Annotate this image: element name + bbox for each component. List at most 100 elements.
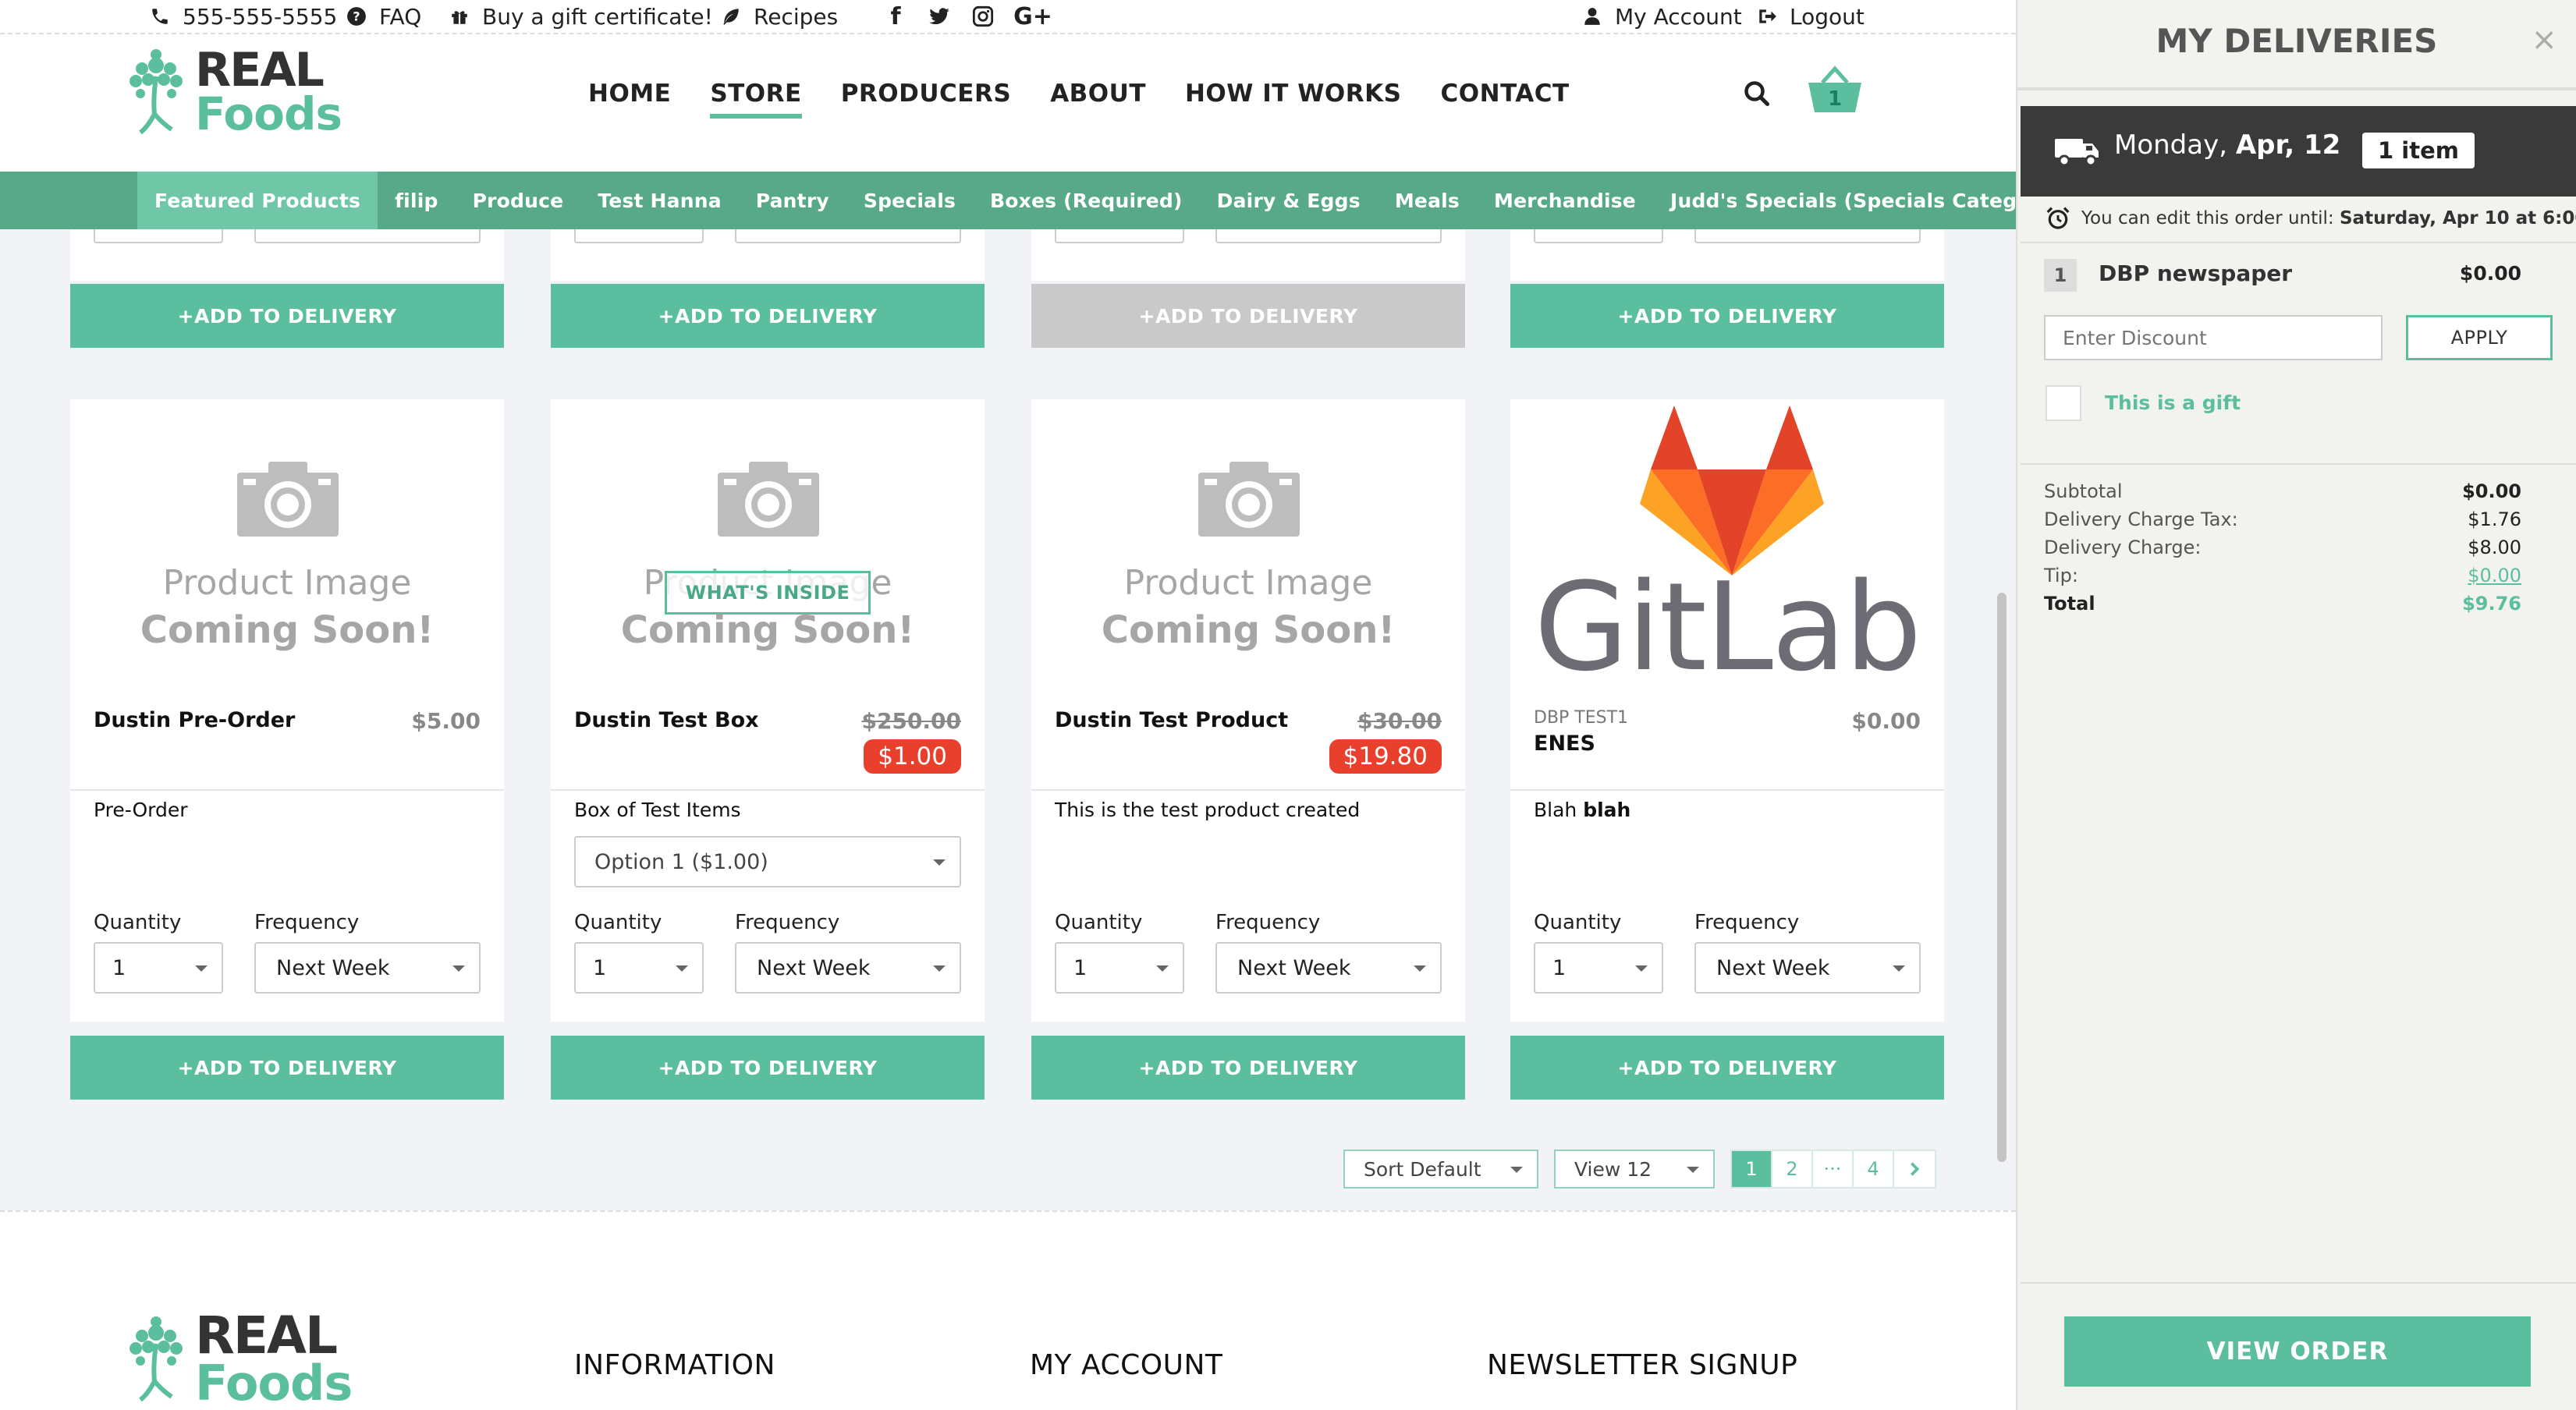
category-filip[interactable]: filip xyxy=(378,172,455,229)
my-account-link[interactable]: My Account xyxy=(1582,2,1742,30)
site-footer: REAL Foods INFORMATION MY ACCOUNT NEWSLE… xyxy=(0,1210,2016,1410)
gift-certificate-link[interactable]: Buy a gift certificate! xyxy=(449,2,713,30)
product-image[interactable]: Product Image Coming Soon! WHAT'S INSIDE xyxy=(551,399,985,688)
chevron-down-icon xyxy=(195,965,208,972)
add-to-delivery-button[interactable]: + ADD TO DELIVERY xyxy=(70,1036,504,1100)
product-name[interactable]: Dustin Test Box xyxy=(574,708,759,732)
delivery-charge-row: Delivery Charge: $8.00 xyxy=(2044,537,2521,558)
chevron-down-icon xyxy=(1635,965,1648,972)
category-specials[interactable]: Specials xyxy=(846,172,973,229)
chevron-down-icon xyxy=(1893,965,1905,972)
add-to-delivery-button[interactable]: + ADD TO DELIVERY xyxy=(551,1036,985,1100)
product-description: Box of Test Items xyxy=(574,799,741,821)
line-item-name[interactable]: DBP newspaper xyxy=(2099,260,2292,286)
twitter-icon[interactable] xyxy=(927,3,952,30)
nav-about[interactable]: ABOUT xyxy=(1050,80,1146,115)
product-sale-price: $19.80 xyxy=(1329,739,1442,774)
footer-heading-my-account: MY ACCOUNT xyxy=(1030,1349,1223,1381)
nav-producers[interactable]: PRODUCERS xyxy=(841,80,1011,115)
order-totals: Subtotal $0.00 Delivery Charge Tax: $1.76 … xyxy=(2044,477,2521,618)
nav-how-it-works[interactable]: HOW IT WORKS xyxy=(1185,80,1402,115)
add-to-delivery-button[interactable]: + ADD TO DELIVERY xyxy=(1510,1036,1944,1100)
product-name[interactable]: Dustin Pre-Order xyxy=(94,708,295,732)
chevron-down-icon xyxy=(1510,1167,1523,1173)
category-featured-products[interactable]: Featured Products xyxy=(137,172,378,229)
frequency-select[interactable]: Next Week xyxy=(1694,942,1921,994)
sign-out-icon xyxy=(1759,9,1776,23)
phone-link[interactable]: 555-555-5555 xyxy=(150,2,337,30)
search-icon[interactable] xyxy=(1743,80,1771,108)
category-produce[interactable]: Produce xyxy=(456,172,581,229)
site-logo[interactable]: REAL Foods xyxy=(117,45,342,139)
nav-store[interactable]: STORE xyxy=(710,80,803,119)
instagram-icon[interactable] xyxy=(970,3,995,30)
view-order-button[interactable]: VIEW ORDER xyxy=(2064,1316,2531,1387)
box-option-select[interactable]: Option 1 ($1.00) xyxy=(574,836,961,887)
page-scrollbar[interactable] xyxy=(1997,593,2007,1162)
google-plus-icon[interactable]: G+ xyxy=(1013,3,1052,30)
facebook-icon[interactable]: f xyxy=(883,3,908,30)
nav-contact[interactable]: CONTACT xyxy=(1441,80,1570,115)
nav-home[interactable]: HOME xyxy=(588,80,671,115)
previous-row-card: + ADD TO DELIVERY xyxy=(70,229,504,348)
product-image[interactable]: Product Image Coming Soon! xyxy=(70,399,504,688)
gitlab-wordmark: GitLab xyxy=(1534,556,1922,698)
camera-icon xyxy=(1198,462,1300,537)
chevron-down-icon xyxy=(933,859,946,866)
producer-name[interactable]: DBP TEST1 xyxy=(1534,708,1628,728)
add-to-delivery-button[interactable]: + ADD TO DELIVERY xyxy=(551,284,985,348)
close-icon[interactable]: × xyxy=(2531,22,2557,58)
frequency-select[interactable]: Next Week xyxy=(735,942,961,994)
quantity-select[interactable]: 1 xyxy=(1055,942,1184,994)
product-image[interactable]: Product Image Coming Soon! xyxy=(1031,399,1465,688)
frequency-select[interactable]: Next Week xyxy=(254,942,481,994)
product-card-dustin-test-product: Product Image Coming Soon! Dustin Test P… xyxy=(1031,399,1465,1100)
recipes-link[interactable]: Recipes xyxy=(721,2,838,30)
line-item-price: $0.00 xyxy=(2459,262,2521,285)
add-to-delivery-button[interactable]: + ADD TO DELIVERY xyxy=(1510,284,1944,348)
add-to-delivery-button[interactable]: + ADD TO DELIVERY xyxy=(1031,1036,1465,1100)
page-1[interactable]: 1 xyxy=(1732,1151,1772,1187)
category-merchandise[interactable]: Merchandise xyxy=(1477,172,1653,229)
view-count-select[interactable]: View 12 xyxy=(1554,1150,1715,1189)
category-judds-specials[interactable]: Judd's Specials (Specials Category) xyxy=(1653,172,2016,229)
tip-link[interactable]: $0.00 xyxy=(2468,565,2521,586)
sort-select[interactable]: Sort Default xyxy=(1343,1150,1538,1189)
gift-checkbox[interactable] xyxy=(2046,385,2081,421)
page-2[interactable]: 2 xyxy=(1772,1151,1813,1187)
product-name[interactable]: Dustin Test Product xyxy=(1055,708,1288,732)
product-name[interactable]: ENES xyxy=(1534,732,1595,756)
quantity-select[interactable]: 1 xyxy=(1534,942,1663,994)
logout-link[interactable]: Logout xyxy=(1757,2,1865,30)
subtotal-row: Subtotal $0.00 xyxy=(2044,480,2521,502)
frequency-select[interactable]: Next Week xyxy=(1215,942,1442,994)
page-ellipsis: ··· xyxy=(1813,1151,1854,1187)
camera-icon xyxy=(718,462,819,537)
cart-button[interactable]: 1 xyxy=(1807,66,1863,115)
product-image[interactable]: GitLab xyxy=(1510,399,1944,688)
chevron-right-icon xyxy=(1911,1162,1920,1176)
category-pantry[interactable]: Pantry xyxy=(739,172,846,229)
gift-label[interactable]: This is a gift xyxy=(2105,391,2241,414)
apply-discount-button[interactable]: APPLY xyxy=(2406,315,2553,360)
tree-icon xyxy=(130,49,183,135)
add-to-delivery-button[interactable]: + ADD TO DELIVERY xyxy=(70,284,504,348)
category-dairy-eggs[interactable]: Dairy & Eggs xyxy=(1200,172,1378,229)
category-boxes[interactable]: Boxes (Required) xyxy=(973,172,1200,229)
whats-inside-button[interactable]: WHAT'S INSIDE xyxy=(665,571,871,615)
chevron-down-icon xyxy=(1414,965,1426,972)
gitlab-logo-icon xyxy=(1640,406,1824,576)
quantity-select[interactable]: 1 xyxy=(574,942,704,994)
category-test-hanna[interactable]: Test Hanna xyxy=(580,172,738,229)
next-page-button[interactable] xyxy=(1894,1151,1935,1187)
quantity-select[interactable]: 1 xyxy=(94,942,223,994)
delivery-day-header[interactable]: Monday, Apr, 12 1 item xyxy=(2021,106,2576,197)
footer-logo[interactable]: REAL Foods xyxy=(117,1310,353,1407)
deliveries-sidebar: MY DELIVERIES × Monday, Apr, 12 1 item Y… xyxy=(2016,0,2576,1410)
faq-link[interactable]: ? FAQ xyxy=(346,2,421,30)
chevron-down-icon xyxy=(676,965,688,972)
chevron-down-icon xyxy=(1687,1167,1699,1173)
page-4[interactable]: 4 xyxy=(1854,1151,1894,1187)
discount-input[interactable] xyxy=(2044,315,2383,360)
category-meals[interactable]: Meals xyxy=(1378,172,1477,229)
